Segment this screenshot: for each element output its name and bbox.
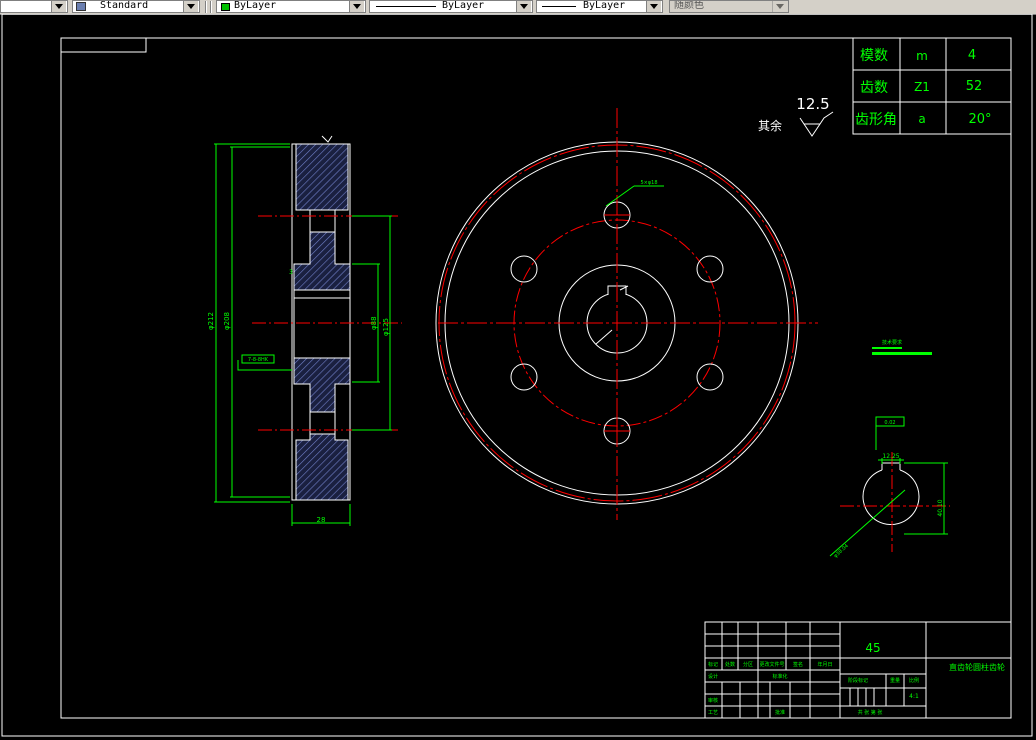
tb-label-ratio: 比例 [909, 677, 919, 684]
param-name-2: 齿数 [860, 80, 888, 96]
tb-label-review: 审核 [708, 697, 718, 704]
tb-label-date: 年月日 [817, 661, 832, 668]
param-symbol-2: Z1 [914, 80, 930, 94]
tb-label-design: 设计 [708, 673, 718, 680]
tb-label-stage: 阶段标记 [848, 677, 868, 684]
hole-callout: 5×φ18 [640, 180, 657, 186]
chevron-down-icon[interactable] [183, 1, 198, 12]
linetype-preview-icon [376, 6, 436, 7]
title-part-name: 直齿轮圆柱齿轮 [949, 662, 1005, 672]
lower-hole-section [309, 411, 336, 435]
bore-leader [595, 329, 613, 345]
properties-toolbar: Standard ByLayer ByLayer ByLayer 随颜色 [0, 0, 1036, 15]
dim-chamfer: 3 [289, 269, 293, 276]
drawing-canvas[interactable]: 模数 m 4 齿数 Z1 52 齿形角 a 20° 12.5 其余 φ212 φ… [0, 14, 1036, 740]
note-bar [872, 347, 902, 349]
param-value-3: 20° [968, 112, 991, 127]
color-combo[interactable]: ByLayer [216, 0, 366, 13]
chevron-down-icon[interactable] [516, 1, 531, 12]
gear-front-view [435, 108, 818, 520]
param-name-1: 模数 [860, 48, 888, 64]
chevron-down-icon[interactable] [772, 1, 787, 12]
dim-root-diameter: φ208 [223, 312, 231, 330]
param-value-2: 52 [966, 79, 983, 94]
upper-hole-section [309, 209, 336, 233]
roughness-value: 12.5 [796, 95, 829, 113]
tb-scale-value: 4:1 [909, 693, 919, 700]
tb-label-standard: 标准化 [772, 673, 787, 680]
param-symbol-1: m [916, 49, 928, 63]
dim-hub-diameter: φ88 [370, 316, 378, 330]
inner-border [60, 37, 1012, 719]
plotstyle-value: 随颜色 [674, 0, 704, 11]
tb-label-mark: 标记 [708, 661, 718, 668]
keyway-section [881, 462, 901, 470]
color-swatch-icon [221, 3, 230, 11]
gear-section-view [252, 143, 402, 501]
hole-leader [605, 185, 635, 207]
tb-label-signature: 签名 [793, 661, 803, 668]
textstyle-icon [76, 2, 86, 11]
linetype-combo[interactable]: ByLayer [369, 0, 533, 13]
textstyle-value: Standard [100, 0, 149, 11]
param-name-3: 齿形角 [855, 112, 897, 128]
lineweight-combo[interactable]: ByLayer [536, 0, 663, 13]
chevron-down-icon[interactable] [646, 1, 661, 12]
textstyle-combo[interactable]: Standard [72, 0, 200, 13]
bore-section [293, 289, 351, 359]
linetype-value: ByLayer [442, 0, 485, 11]
tb-label-sheet: 共 张 第 张 [858, 709, 883, 716]
dim-hole-circle-diameter: φ125 [382, 318, 390, 336]
tb-label-weight: 重量 [890, 677, 900, 684]
keyway-depth-dim: 40.10 [937, 499, 944, 516]
tb-label-change-doc: 更改文件号 [759, 661, 784, 668]
tb-label-zone: 分区 [743, 661, 753, 668]
tech-requirement-label: 技术要求 [882, 339, 902, 346]
chevron-down-icon[interactable] [51, 1, 66, 12]
param-value-1: 4 [968, 48, 976, 63]
keyway-tolerance: 0.02 [884, 420, 895, 426]
tb-label-process: 工艺 [708, 710, 718, 716]
textstyle-prev-combo[interactable] [0, 0, 68, 13]
dim-width: 28 [317, 516, 326, 524]
lineweight-preview-icon [542, 6, 576, 7]
lineweight-value: ByLayer [583, 0, 626, 11]
dim-tip-diameter: φ212 [207, 312, 215, 330]
chevron-down-icon[interactable] [349, 1, 364, 12]
code-box [61, 38, 147, 53]
plotstyle-combo[interactable]: 随颜色 [669, 0, 789, 13]
tb-label-count: 处数 [725, 661, 735, 668]
shaft-section [862, 469, 920, 526]
param-symbol-3: a [918, 112, 925, 126]
note-bar [872, 352, 932, 355]
title-material: 45 [865, 641, 880, 655]
tb-label-approve: 批准 [775, 709, 785, 716]
keyway-width-dim: 12.25 [882, 453, 899, 460]
toolbar-separator [210, 1, 212, 13]
toolbar-separator [205, 1, 207, 13]
small-roughness-icon [321, 135, 333, 143]
note-tolerance: 7-8-8HK [248, 357, 269, 363]
color-value: ByLayer [234, 0, 277, 11]
keyway-section-view [829, 416, 950, 557]
roughness-label: 其余 [758, 118, 782, 133]
